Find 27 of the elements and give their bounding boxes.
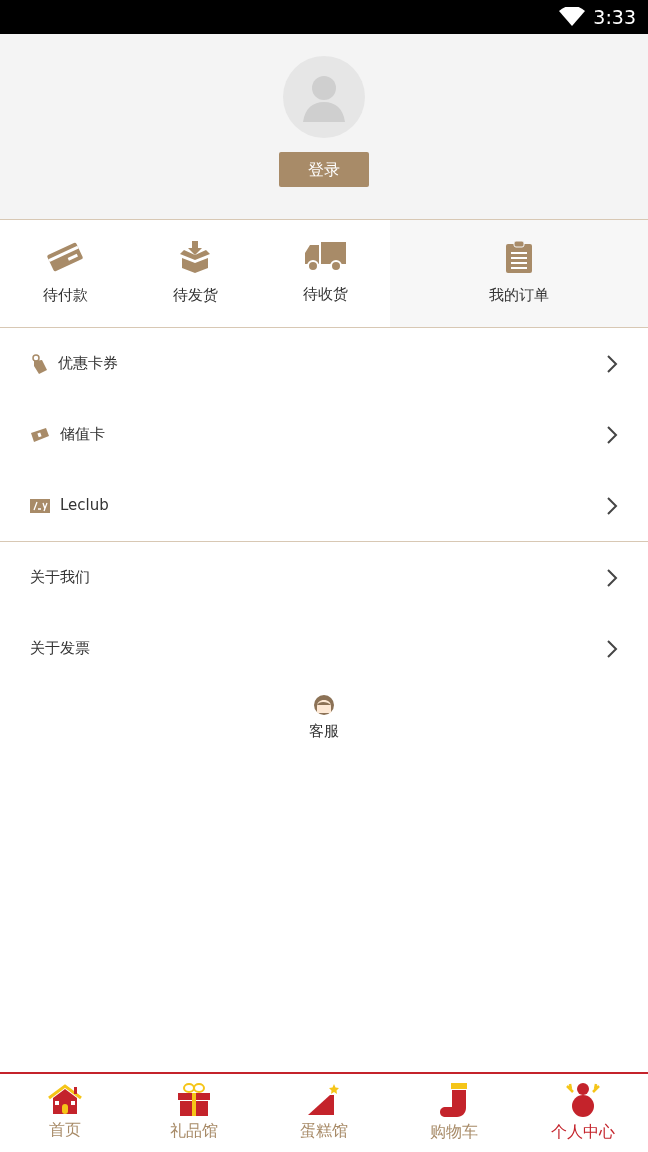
menu-row[interactable]: 优惠卡券 [0, 328, 648, 399]
chevron-right-icon [606, 638, 618, 659]
gift-icon [177, 1083, 212, 1117]
chevron-right-icon [606, 567, 618, 588]
clock-time: 3:33 [593, 4, 636, 30]
cake-icon [307, 1083, 341, 1117]
support-agent-icon [312, 694, 336, 716]
house-icon [46, 1084, 83, 1116]
menu-row[interactable]: 储值卡 [0, 399, 648, 470]
sock-icon [438, 1082, 469, 1118]
chevron-right-icon [606, 424, 618, 445]
tag-icon [30, 353, 48, 374]
box-icon [178, 240, 212, 275]
ticket-icon [30, 426, 50, 443]
menu-row[interactable]: 关于我们 [0, 542, 648, 613]
customer-service-button[interactable]: 客服 [309, 694, 339, 743]
order-status-item[interactable]: 我的订单 [390, 220, 648, 327]
leclub-icon [30, 498, 50, 513]
wifi-icon [559, 7, 586, 27]
tab-bar-item[interactable]: 个人中心 [518, 1074, 648, 1152]
menu-row[interactable]: 关于发票 [0, 613, 648, 684]
menu-row[interactable]: Leclub [0, 470, 648, 541]
avatar-icon[interactable] [283, 56, 365, 138]
chevron-right-icon [606, 353, 618, 374]
chevron-right-icon [606, 495, 618, 516]
clipboard-icon [505, 240, 533, 275]
snowman-icon [565, 1082, 602, 1118]
